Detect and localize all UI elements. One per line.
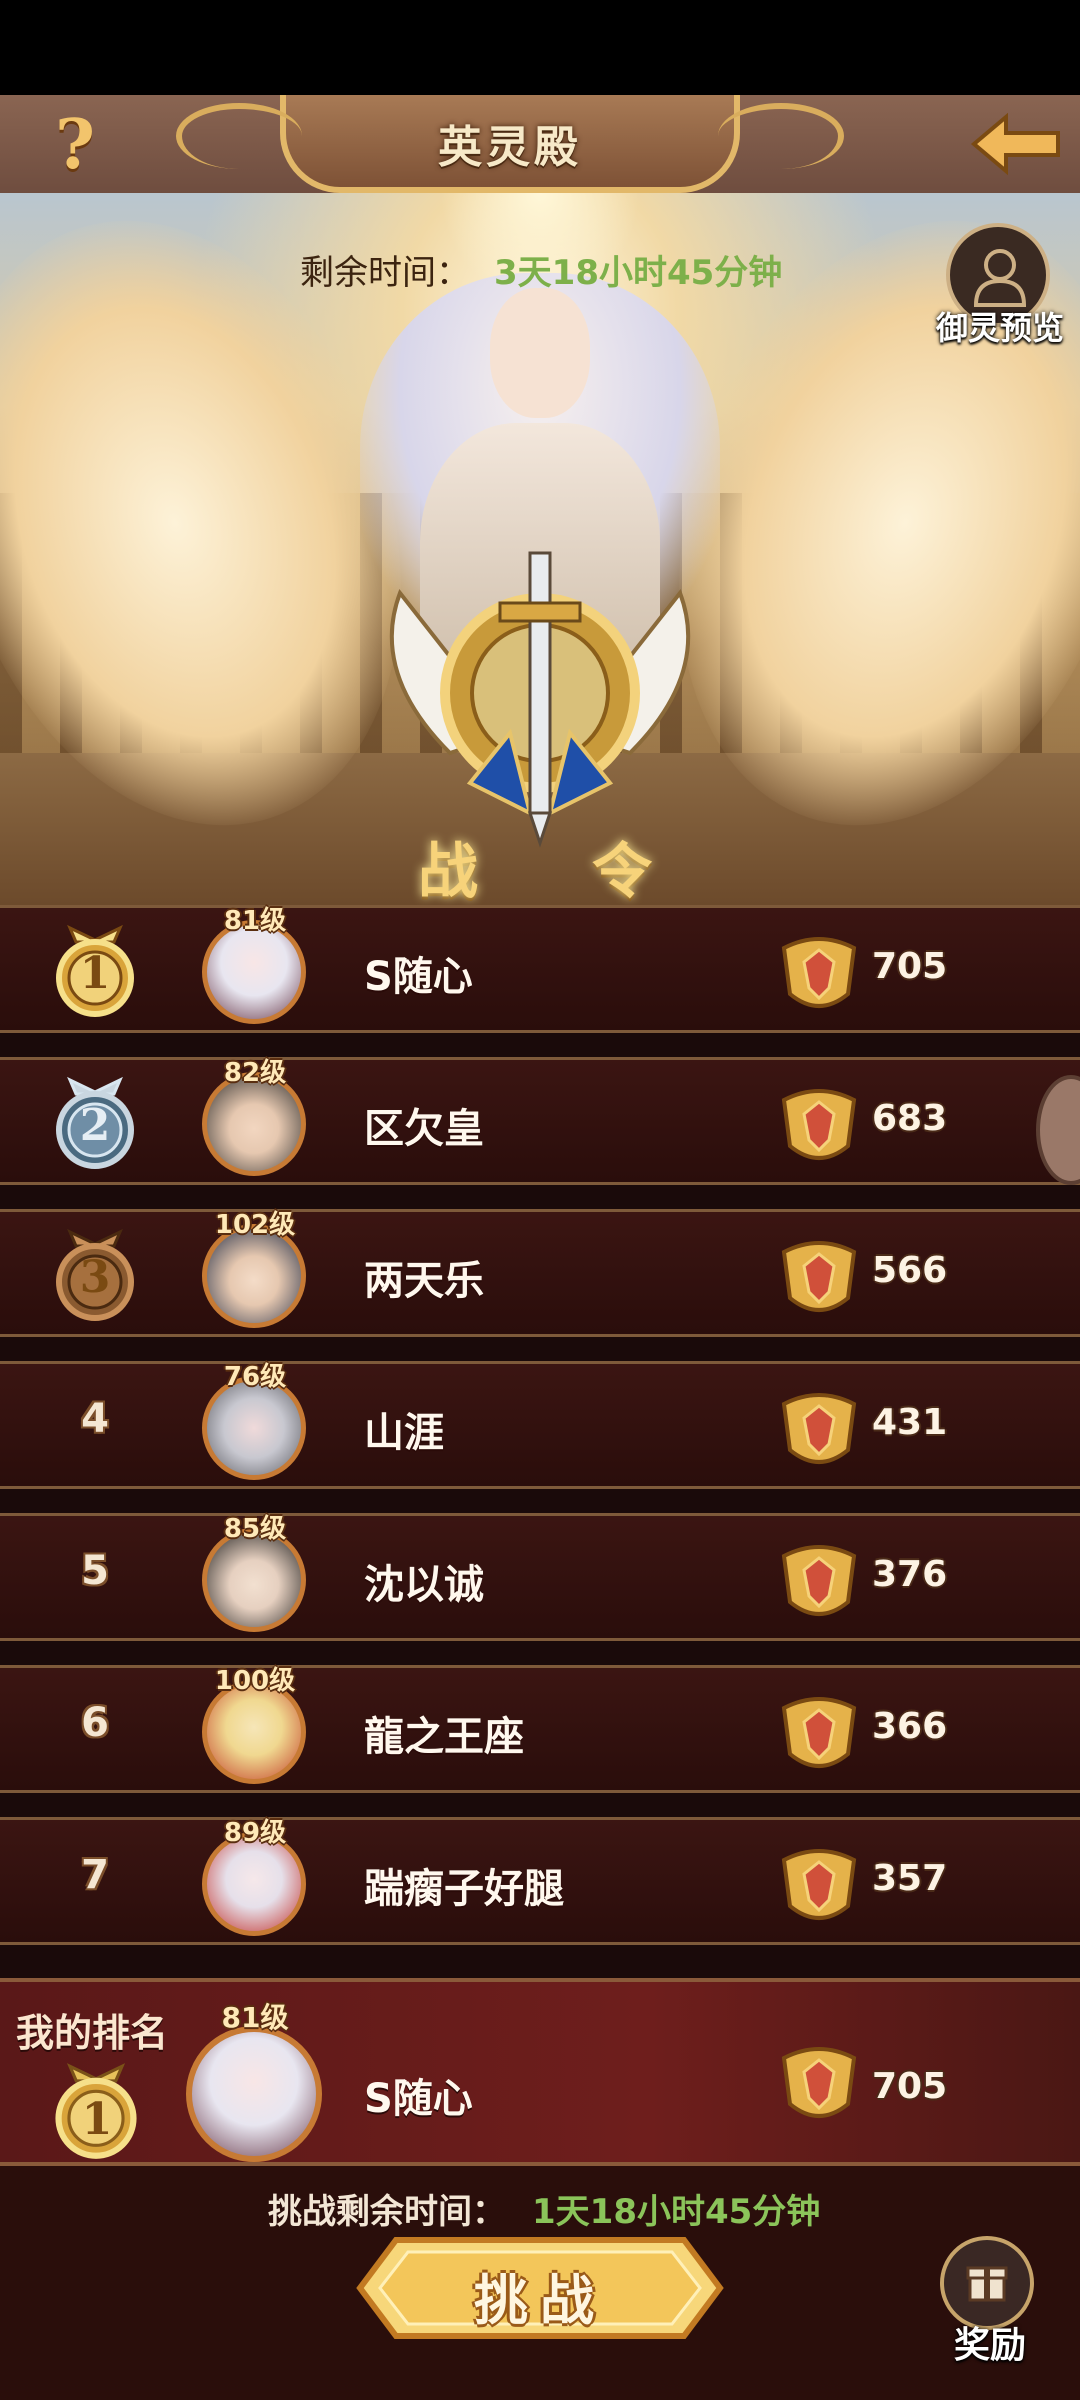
challenge-timer-value: 1天18小时45分钟 <box>532 2192 821 2232</box>
rank-number: 7 <box>81 1852 109 1898</box>
bottom-panel: 挑战剩余时间： 1天18小时45分钟 挑战 奖励 <box>0 2166 1080 2400</box>
rank-row[interactable]: 6 100级龍之王座 366 <box>0 1665 1080 1793</box>
player-score: 357 <box>872 1858 948 1899</box>
help-button[interactable]: ? <box>40 105 110 185</box>
hero-banner: 剩余时间： 3天18小时45分钟 御灵预览 战 令 <box>0 193 1080 905</box>
season-timer-value: 3天18小时45分钟 <box>494 253 783 293</box>
trophy-icon <box>781 2047 857 2118</box>
rank-row[interactable]: 2 82级区欠皇 683 <box>0 1057 1080 1185</box>
page-title: 英灵殿 <box>438 122 582 173</box>
reward-label: 奖励 <box>953 2325 1026 2366</box>
emblem-char-left: 战 <box>418 837 478 905</box>
trophy-icon <box>781 1241 857 1312</box>
rank-number: 5 <box>81 1548 109 1594</box>
rank-row[interactable]: 7 89级踹瘸子好腿 357 <box>0 1817 1080 1945</box>
player-name: 沈以诚 <box>364 1562 484 1608</box>
back-arrow-icon[interactable] <box>966 109 1066 179</box>
trophy-icon <box>781 1849 857 1920</box>
player-name: 两天乐 <box>364 1258 484 1304</box>
question-mark-icon: ? <box>55 105 95 185</box>
trophy-icon <box>781 937 857 1008</box>
player-score: 376 <box>872 1554 948 1595</box>
level-badge: 81级 <box>223 906 287 936</box>
level-badge: 85级 <box>223 1514 287 1544</box>
my-rank-number: 1 <box>81 2094 113 2145</box>
spirit-preview-label: 御灵预览 <box>935 309 1064 347</box>
trophy-icon <box>781 1089 857 1160</box>
rank-number: 3 <box>79 1252 111 1303</box>
player-score: 705 <box>872 946 948 987</box>
trophy-icon <box>781 1393 857 1464</box>
player-score: 366 <box>872 1706 948 1747</box>
title-plate: 英灵殿 <box>176 95 844 193</box>
status-bar <box>0 0 1080 95</box>
battle-order-emblem[interactable] <box>360 533 720 853</box>
angel-face-illustration <box>490 288 590 418</box>
player-name: 山涯 <box>364 1410 444 1456</box>
player-score: 566 <box>872 1250 948 1291</box>
player-name: 踹瘸子好腿 <box>364 1866 564 1912</box>
rank-number: 2 <box>79 1100 111 1151</box>
level-badge: 76级 <box>223 1362 287 1392</box>
challenge-timer-label: 挑战剩余时间： <box>268 2192 506 2232</box>
level-badge: 102级 <box>214 1210 296 1240</box>
rank-row[interactable]: 1 81级 S随心 705 <box>0 905 1080 1033</box>
my-score: 705 <box>872 2066 948 2107</box>
player-name: 区欠皇 <box>364 1106 484 1152</box>
level-badge: 100级 <box>214 1666 296 1696</box>
header-bar: ? 英灵殿 <box>0 95 1080 196</box>
trophy-icon <box>781 1545 857 1616</box>
player-score: 683 <box>872 1098 948 1139</box>
level-badge: 89级 <box>223 1818 287 1848</box>
my-ranking-label: 我的排名 <box>16 2011 169 2055</box>
rank-row[interactable]: 4 76级山涯 431 <box>0 1361 1080 1489</box>
emblem-char-right: 令 <box>592 837 652 905</box>
person-icon <box>973 249 1027 307</box>
reward-box-icon <box>966 2266 1008 2302</box>
rank-number: 4 <box>81 1396 109 1442</box>
rank-row[interactable]: 3 102级两天乐 566 <box>0 1209 1080 1337</box>
season-timer-label: 剩余时间： <box>300 253 470 293</box>
my-level-badge: 81级 <box>221 2001 289 2034</box>
challenge-button-label: 挑战 <box>474 2269 606 2332</box>
my-player-name: S随心 <box>364 2076 473 2122</box>
player-name: 龍之王座 <box>364 1714 524 1760</box>
my-ranking-row: 我的排名 1 81级 S随心 705 <box>0 1978 1080 2166</box>
rank-number: 6 <box>81 1700 109 1746</box>
my-avatar[interactable] <box>186 2026 322 2162</box>
rank-number: 1 <box>79 948 111 999</box>
trophy-icon <box>781 1697 857 1768</box>
rank-row[interactable]: 5 85级沈以诚 376 <box>0 1513 1080 1641</box>
player-name: S随心 <box>364 954 473 1000</box>
player-score: 431 <box>872 1402 948 1443</box>
level-badge: 82级 <box>223 1058 287 1088</box>
